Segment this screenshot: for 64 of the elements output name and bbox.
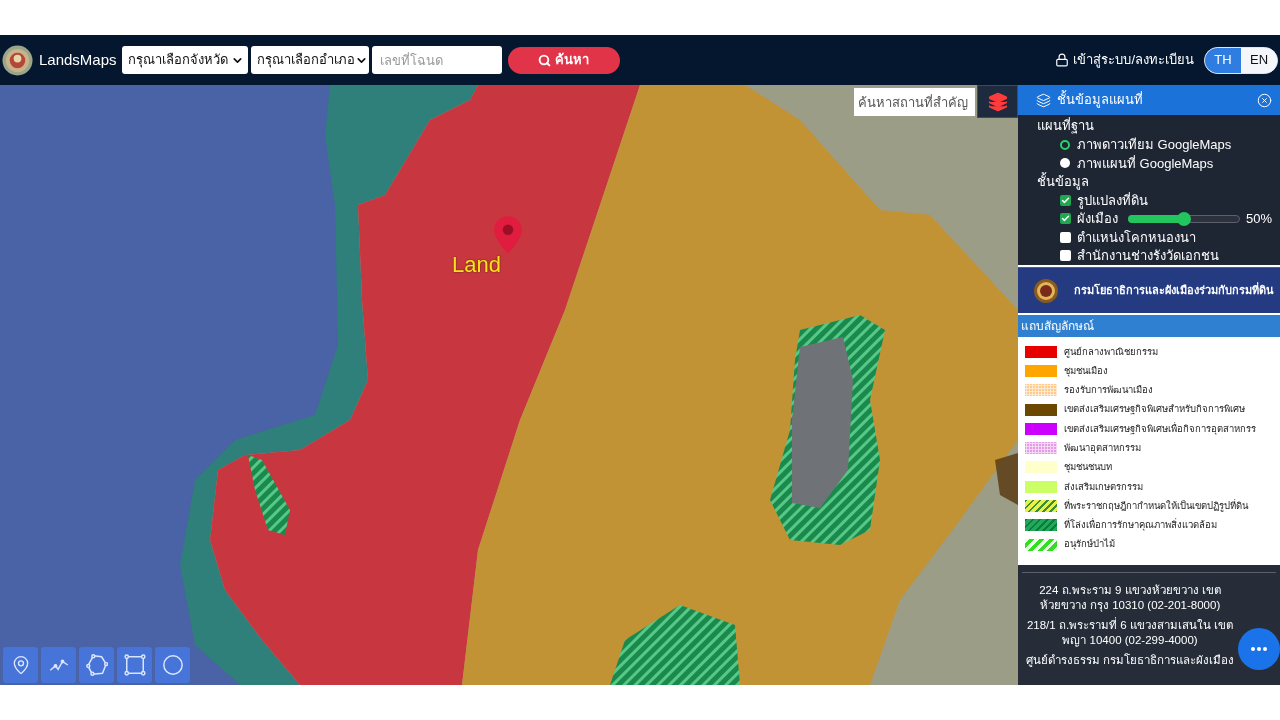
opacity-slider[interactable] bbox=[1128, 211, 1240, 226]
layer-label: ตำแหน่งโคกหนองนา bbox=[1077, 228, 1196, 247]
panel-title: ชั้นข้อมูลแผนที่ bbox=[1057, 90, 1143, 110]
checkbox[interactable] bbox=[1060, 231, 1071, 243]
layer-label: รูปแปลงที่ดิน bbox=[1077, 191, 1148, 210]
language-tab[interactable]: TH bbox=[1205, 47, 1241, 73]
circle-icon bbox=[161, 654, 184, 676]
address-text: 224 ถ.พระราม 9 แขวงห้วยขวาง เขตห้วยขวาง กรุง 10310 (02-201-8000) bbox=[1038, 583, 1222, 613]
legend-label: รองรับการพัฒนาเมือง bbox=[1064, 383, 1153, 398]
legend-label: ส่งเสริมเกษตรกรรม bbox=[1064, 479, 1143, 494]
rectangle-tool-button[interactable] bbox=[117, 647, 152, 683]
checkbox[interactable] bbox=[1060, 194, 1071, 206]
base-map-label: ภาพแผนที่ GoogleMaps bbox=[1077, 154, 1214, 172]
polygon-tool-button[interactable] bbox=[79, 647, 114, 683]
search-icon bbox=[538, 53, 552, 67]
radio-button[interactable] bbox=[1060, 139, 1070, 150]
lock-icon bbox=[1055, 53, 1070, 67]
more-icon bbox=[1251, 647, 1267, 651]
polygon-icon bbox=[85, 654, 108, 676]
layers-button[interactable] bbox=[977, 85, 1018, 118]
login-link[interactable]: เข้าสู่ระบบ/ลงทะเบียน bbox=[1073, 50, 1194, 70]
slider-value: 50% bbox=[1246, 210, 1273, 228]
address-text: ศูนย์ดำรงธรรม กรมโยธาธิการและผังเมือง bbox=[1024, 653, 1236, 668]
legend-title: แถบสัญลักษณ์ bbox=[1021, 318, 1094, 335]
marker-tool-button[interactable] bbox=[3, 647, 38, 683]
layers-icon bbox=[987, 91, 1008, 112]
rectangle-icon bbox=[123, 654, 146, 676]
layers-icon bbox=[1036, 92, 1051, 108]
legend-label: เขตส่งเสริมเศรษฐกิจพิเศษเพื่อกิจการอุตสาหกรร bbox=[1064, 421, 1256, 436]
marker-label: Land bbox=[452, 252, 501, 278]
legend-label: อนุรักษ์ป่าไม้ bbox=[1064, 537, 1115, 552]
dropdown-select[interactable]: กรุณาเลือกอำเภอ bbox=[250, 46, 369, 74]
legend-label: ศูนย์กลางพาณิชยกรรม bbox=[1064, 344, 1158, 359]
legend-label: ที่โล่งเพื่อการรักษาคุณภาพสิ่งแวดล้อม bbox=[1064, 518, 1217, 533]
address-text: 218/1 ถ.พระรามที่ 6 แขวงสามเสนใน เขตพญา 10400 (02-299-4000) bbox=[1025, 618, 1235, 648]
legend-label: ที่พระราชกฤษฎีกากำหนดให้เป็นเขตปฏิรูปที่ดิน bbox=[1064, 498, 1248, 514]
legend-label: เขตส่งเสริมเศรษฐกิจพิเศษสำหรับกิจการพิเศษ bbox=[1064, 402, 1245, 417]
legend-label: ชุมชนชนบท bbox=[1064, 460, 1112, 475]
logo-icon[interactable] bbox=[2, 44, 33, 76]
hatched-zone-polygon[interactable] bbox=[248, 455, 290, 535]
slider-thumb[interactable] bbox=[1177, 211, 1191, 226]
deed-number-input[interactable]: เลขที่โฉนด bbox=[371, 46, 502, 74]
dropdown-select[interactable]: กรุณาเลือกจังหวัด bbox=[121, 46, 248, 74]
banner-text: กรมโยธาธิการและผังเมืองร่วมกับกรมที่ดิน bbox=[1074, 282, 1274, 299]
polyline-tool-button[interactable] bbox=[41, 647, 76, 683]
close-icon bbox=[1257, 92, 1272, 108]
polyline-icon bbox=[47, 658, 70, 672]
language-tab[interactable]: EN bbox=[1241, 47, 1277, 73]
close-button[interactable] bbox=[1257, 92, 1272, 108]
section-heading: แผนที่ฐาน bbox=[1036, 117, 1095, 136]
brand-name[interactable]: LandsMaps bbox=[39, 48, 117, 72]
layer-label: ผังเมือง bbox=[1077, 210, 1118, 228]
search-button[interactable]: ค้นหา bbox=[507, 46, 620, 74]
checkbox[interactable] bbox=[1060, 250, 1071, 262]
radio-button[interactable] bbox=[1060, 158, 1070, 169]
legend-label: พัฒนาอุตสาหกรรม bbox=[1064, 441, 1141, 456]
circle-tool-button[interactable] bbox=[155, 647, 190, 683]
checkbox[interactable] bbox=[1060, 213, 1071, 225]
section-heading: ชั้นข้อมูล bbox=[1036, 172, 1090, 191]
legend-label: ชุมชนเมือง bbox=[1064, 363, 1108, 379]
layer-label: สำนักงานช่างรังวัดเอกชน bbox=[1077, 247, 1219, 265]
emblem-icon bbox=[1034, 278, 1058, 303]
base-map-label: ภาพดาวเทียม GoogleMaps bbox=[1077, 136, 1232, 154]
place-search-field[interactable]: ค้นหาสถานที่สำคัญ bbox=[854, 88, 975, 116]
